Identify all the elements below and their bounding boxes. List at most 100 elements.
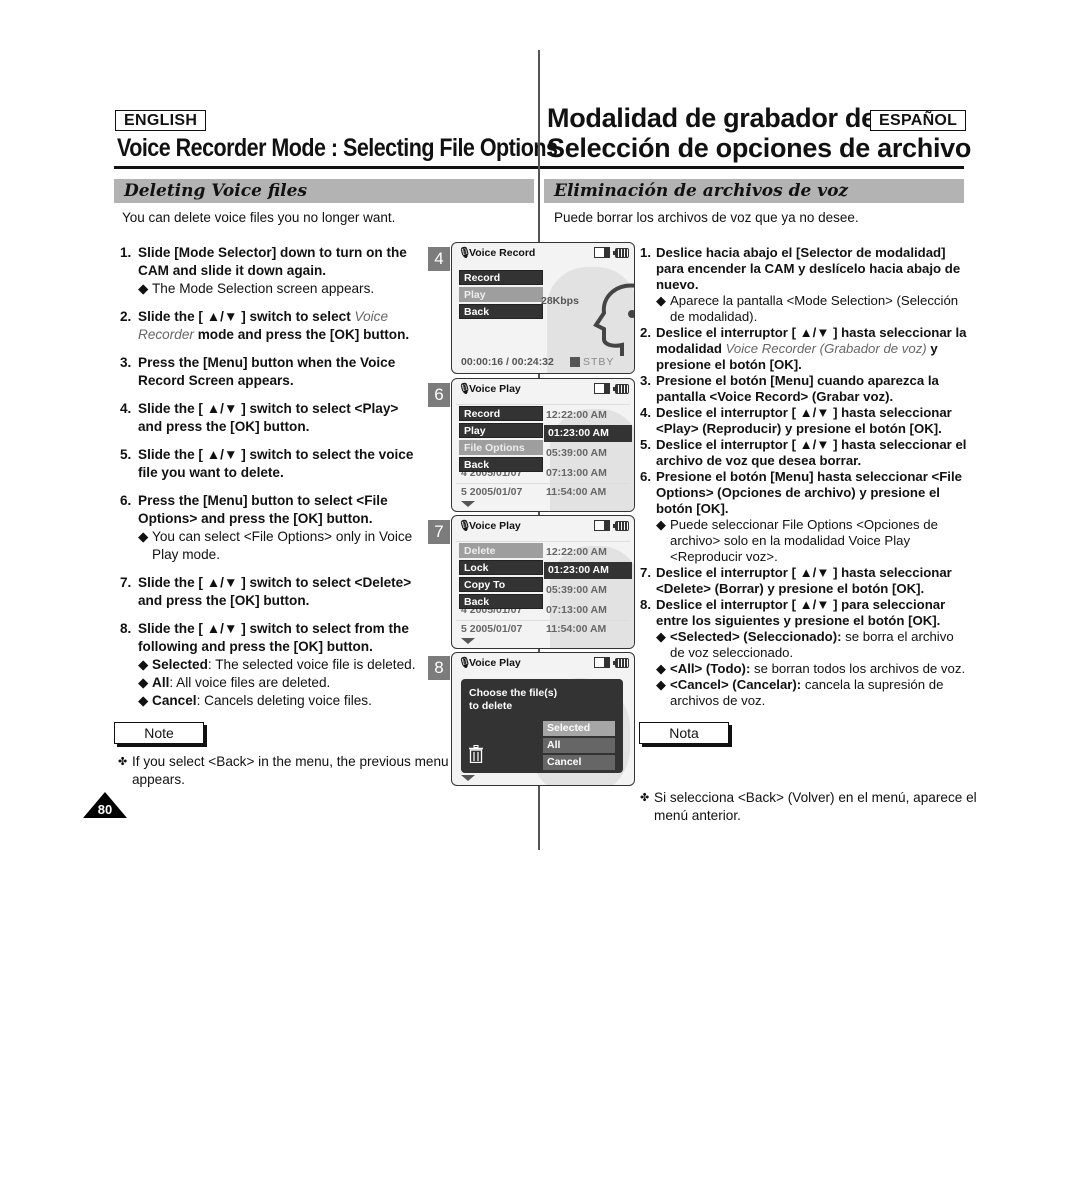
screen-header: 🎙︎Voice Play — [458, 382, 521, 395]
option-all-button[interactable]: All — [543, 738, 615, 753]
memory-card-icon — [594, 520, 610, 531]
menu-item-play[interactable]: Play — [459, 423, 543, 438]
screen-title: Voice Record — [469, 247, 536, 259]
status-icons — [594, 383, 629, 394]
note-label-spanish: Nota — [639, 722, 729, 744]
section-bar-spanish: Eliminación de archivos de voz — [544, 179, 964, 203]
step-number: 7. — [120, 575, 132, 590]
divider — [456, 620, 630, 621]
menu-item-copy-to[interactable]: Copy To — [459, 577, 543, 592]
step-6-bullet: ◆ You can select <File Options> only in V… — [138, 528, 425, 564]
paso-3: 3. Presione el botón [Menu] cuando apare… — [640, 373, 968, 405]
option-desc: se borran todos los archivos de voz. — [750, 661, 966, 676]
screen-voice-play-menu: 🎙︎Voice Play 12:22:00 AM 01:23:00 AM 05:… — [451, 378, 635, 512]
file-time[interactable]: 05:39:00 AM — [546, 447, 607, 459]
step-5: 5. Slide the [ ▲/▼ ] switch to select th… — [120, 446, 425, 482]
step-text: mode and press the [OK] button. — [193, 327, 410, 342]
option-selected-button[interactable]: Selected — [543, 721, 615, 736]
diamond-bullet-icon: ◆ — [138, 657, 149, 672]
status-icons — [594, 247, 629, 258]
step-text: Deslice hacia abajo el [Selector de moda… — [656, 245, 961, 292]
option-term: All — [152, 675, 170, 690]
step-number: 5. — [120, 447, 132, 462]
battery-icon — [613, 657, 629, 668]
step-text: Slide the [ ▲/▼ ] switch to select <Play… — [138, 401, 399, 434]
step-number: 8. — [120, 621, 132, 636]
file-time[interactable]: 11:54:00 AM — [546, 486, 606, 498]
option-term: Selected — [152, 657, 208, 672]
status-text: STBY — [583, 356, 615, 368]
menu-item-back[interactable]: Back — [459, 304, 543, 319]
step-number: 2. — [640, 325, 651, 340]
option-all: ◆ All: All voice files are deleted. — [138, 674, 425, 692]
step-number: 3. — [120, 355, 132, 370]
file-time[interactable]: 12:22:00 AM — [546, 546, 607, 558]
paso-6: 6. Presione el botón [Menu] hasta selecc… — [640, 469, 968, 517]
screen-title: Voice Play — [469, 520, 521, 532]
step-number: 7. — [640, 565, 651, 580]
file-time[interactable]: 07:13:00 AM — [546, 604, 607, 616]
page-number: 80 — [97, 802, 113, 817]
mic-icon: 🎙︎ — [458, 520, 472, 532]
option-term: <Cancel> (Cancelar): — [670, 677, 802, 692]
diamond-bullet-icon: ◆ — [656, 629, 667, 644]
file-time[interactable]: 05:39:00 AM — [546, 584, 607, 596]
menu-item-file-options[interactable]: File Options — [459, 440, 543, 455]
spanish-language-label: ESPAÑOL — [870, 110, 967, 131]
bullet-text: The Mode Selection screen appears. — [152, 281, 375, 296]
menu-item-delete[interactable]: Delete — [459, 543, 543, 558]
recording-time: 00:00:16 / 00:24:32 — [461, 356, 554, 368]
memory-card-icon — [594, 383, 610, 394]
scroll-down-icon[interactable] — [461, 775, 475, 781]
memory-card-icon — [594, 247, 610, 258]
option-cancel-button[interactable]: Cancel — [543, 755, 615, 770]
file-row-date[interactable]: 5 2005/01/07 — [461, 486, 522, 498]
step-text: Slide the [ ▲/▼ ] switch to select — [138, 309, 355, 324]
english-steps: 1. Slide [Mode Selector] down to turn on… — [120, 244, 425, 710]
opcion-todo: ◆ <All> (Todo): se borran todos los archi… — [656, 661, 968, 677]
diamond-bullet-icon: ◆ — [138, 693, 149, 708]
diamond-bullet-icon: ◆ — [138, 675, 149, 690]
bullet-text: You can select <File Options> only in Vo… — [152, 529, 413, 562]
file-row-date[interactable]: 5 2005/01/07 — [461, 623, 522, 635]
menu-item-play[interactable]: Play — [459, 287, 543, 302]
mic-icon: 🎙︎ — [458, 383, 472, 395]
menu-item-record[interactable]: Record — [459, 270, 543, 285]
step-number: 3. — [640, 373, 651, 388]
menu-item-record[interactable]: Record — [459, 406, 543, 421]
option-term: Cancel — [152, 693, 197, 708]
menu-item-back[interactable]: Back — [459, 594, 543, 609]
screen-title: Voice Play — [469, 383, 521, 395]
step-2: 2. Slide the [ ▲/▼ ] switch to select Vo… — [120, 308, 425, 344]
paso-4: 4. Deslice el interruptor [ ▲/▼ ] hasta … — [640, 405, 968, 437]
mode-name: Voice Recorder (Grabador de voz) — [725, 341, 927, 356]
file-time-selected[interactable]: 01:23:00 AM — [544, 562, 632, 579]
note-spanish: ✤ Si selecciona <Back> (Volver) en el men… — [640, 789, 984, 825]
step-text: Slide the [ ▲/▼ ] switch to select the v… — [138, 447, 414, 480]
diamond-bullet-icon: ◆ — [138, 281, 149, 296]
menu-item-lock[interactable]: Lock — [459, 560, 543, 575]
screen-title: Voice Play — [469, 657, 521, 669]
screen-step-tag: 6 — [428, 383, 450, 407]
scroll-down-icon[interactable] — [461, 638, 475, 644]
note-text: If you select <Back> in the menu, the pr… — [132, 754, 449, 787]
file-time[interactable]: 11:54:00 AM — [546, 623, 606, 635]
menu-item-back[interactable]: Back — [459, 457, 543, 472]
screen-file-options: 🎙︎Voice Play 12:22:00 AM 01:23:00 AM 05:… — [451, 515, 635, 649]
dialog-line: to delete — [469, 700, 513, 712]
bullet-text: Puede seleccionar File Options <Opciones… — [670, 517, 938, 564]
step-1: 1. Slide [Mode Selector] down to turn on… — [120, 244, 425, 280]
file-time-selected[interactable]: 01:23:00 AM — [544, 425, 632, 442]
bullet-text: Aparece la pantalla <Mode Selection> (Se… — [670, 293, 959, 324]
diamond-bullet-icon: ◆ — [656, 661, 667, 676]
diamond-bullet-icon: ◆ — [138, 529, 149, 544]
step-number: 4. — [120, 401, 132, 416]
scroll-down-icon[interactable] — [461, 501, 475, 507]
screen-voice-record: 🎙︎Voice Record Record Play Back 28Kbps 0… — [451, 242, 635, 374]
file-time[interactable]: 12:22:00 AM — [546, 409, 607, 421]
step-number: 5. — [640, 437, 651, 452]
battery-icon — [613, 520, 629, 531]
step-text: Press the [Menu] button when the Voice R… — [138, 355, 396, 388]
file-time[interactable]: 07:13:00 AM — [546, 467, 607, 479]
diamond-bullet-icon: ◆ — [656, 677, 667, 692]
